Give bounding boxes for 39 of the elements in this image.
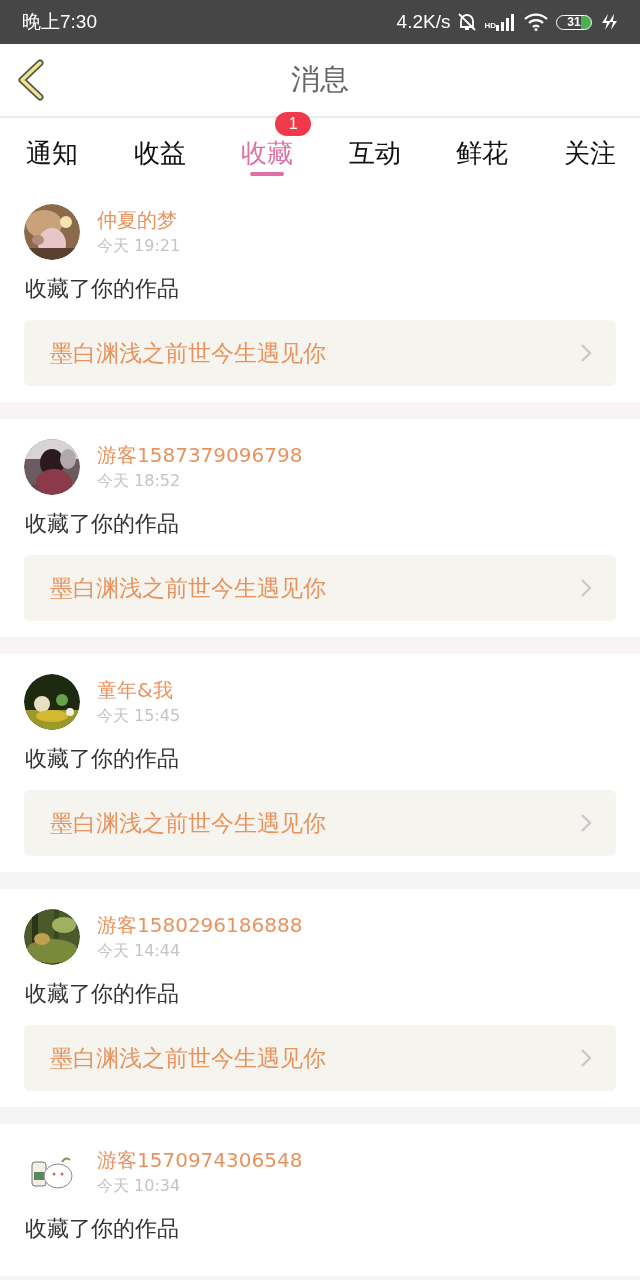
tab[interactable]: 鲜花 bbox=[446, 118, 519, 178]
timestamp: 今天 10:34 bbox=[97, 1175, 182, 1197]
message-text: 收藏了你的作品 bbox=[25, 275, 180, 303]
chevron-right-icon bbox=[580, 1048, 592, 1068]
tab[interactable]: 通知 bbox=[16, 118, 88, 178]
clock: 晚上7:30 bbox=[22, 10, 97, 34]
page-title: 消息 bbox=[291, 62, 349, 96]
chevron-right-icon bbox=[580, 578, 592, 598]
battery-icon: 31 bbox=[556, 14, 592, 30]
chevron-left-icon bbox=[16, 59, 46, 101]
work-link[interactable]: 墨白渊浅之前世今生遇见你 bbox=[24, 790, 616, 856]
timestamp: 今天 18:52 bbox=[97, 470, 182, 492]
chevron-right-icon bbox=[580, 813, 592, 833]
user-name[interactable]: 游客1570974306548 bbox=[97, 1146, 303, 1174]
message-text: 收藏了你的作品 bbox=[25, 1215, 180, 1243]
wifi-icon bbox=[524, 13, 548, 31]
user-name[interactable]: 游客1580296186888 bbox=[97, 911, 303, 939]
message-text: 收藏了你的作品 bbox=[25, 980, 180, 1008]
network-speed: 4.2K/s bbox=[396, 11, 451, 33]
tab[interactable]: 收益 bbox=[123, 118, 196, 178]
network-type: HD bbox=[484, 21, 496, 30]
message-text: 收藏了你的作品 bbox=[25, 745, 180, 773]
work-link[interactable]: 墨白渊浅之前世今生遇见你 bbox=[24, 555, 616, 621]
timestamp: 今天 15:45 bbox=[97, 705, 181, 727]
work-link[interactable]: 墨白渊浅之前世今生遇见你 bbox=[24, 320, 616, 386]
bell-off-icon bbox=[458, 12, 477, 32]
tab[interactable]: 互动 bbox=[338, 118, 411, 178]
timestamp: 今天 14:44 bbox=[97, 940, 182, 962]
charging-icon bbox=[600, 13, 618, 31]
message-text: 收藏了你的作品 bbox=[25, 510, 180, 538]
count-badge: 1 bbox=[275, 112, 312, 136]
signal-icon bbox=[496, 13, 516, 31]
timestamp: 今天 19:21 bbox=[97, 235, 181, 257]
user-name[interactable]: 仲夏的梦 bbox=[97, 206, 181, 234]
user-name[interactable]: 童年&我 bbox=[97, 676, 181, 704]
tab[interactable]: 关注 bbox=[553, 118, 626, 178]
chevron-right-icon bbox=[580, 343, 592, 363]
work-link[interactable]: 墨白渊浅之前世今生遇见你 bbox=[24, 1025, 616, 1091]
user-name[interactable]: 游客1587379096798 bbox=[97, 441, 303, 469]
